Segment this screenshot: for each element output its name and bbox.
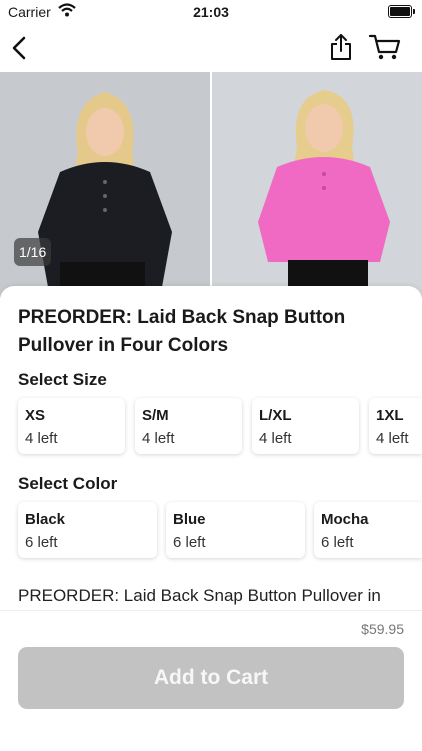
- size-name: L/XL: [259, 407, 292, 424]
- product-price: $59.95: [361, 621, 404, 637]
- size-name: 1XL: [376, 407, 404, 424]
- product-photo-pink[interactable]: [212, 72, 422, 298]
- purchase-footer: $59.95 Add to Cart: [0, 610, 422, 751]
- color-stock: 6 left: [25, 534, 58, 551]
- model-image: [212, 72, 422, 298]
- size-stock: 4 left: [259, 430, 292, 447]
- product-gallery[interactable]: 1/16: [0, 72, 422, 298]
- product-photo-black[interactable]: 1/16: [0, 72, 210, 298]
- color-option-mocha[interactable]: Mocha 6 left: [314, 502, 422, 558]
- select-size-label: Select Size: [18, 370, 107, 389]
- select-color-label: Select Color: [18, 474, 118, 493]
- color-option-black[interactable]: Black 6 left: [18, 502, 157, 558]
- battery-icon: [388, 5, 415, 18]
- color-stock: 6 left: [321, 534, 354, 551]
- nav-bar: [0, 24, 422, 72]
- size-option-s-m[interactable]: S/M 4 left: [135, 398, 242, 454]
- color-option-blue[interactable]: Blue 6 left: [166, 502, 305, 558]
- size-stock: 4 left: [376, 430, 409, 447]
- image-counter: 1/16: [14, 238, 52, 266]
- size-name: XS: [25, 407, 46, 424]
- clock: 21:03: [193, 4, 229, 20]
- size-option-1xl[interactable]: 1XL 4 left: [369, 398, 422, 454]
- size-stock: 4 left: [25, 430, 58, 447]
- cart-icon[interactable]: [368, 32, 402, 62]
- product-description: PREORDER: Laid Back Snap Button Pullover…: [18, 586, 381, 605]
- color-name: Mocha: [321, 511, 369, 528]
- product-title: PREORDER: Laid Back Snap Button Pullover…: [18, 307, 346, 356]
- share-icon[interactable]: [328, 32, 354, 62]
- size-stock: 4 left: [142, 430, 175, 447]
- add-to-cart-button[interactable]: Add to Cart: [18, 647, 404, 709]
- color-stock: 6 left: [173, 534, 206, 551]
- size-option-xs[interactable]: XS 4 left: [18, 398, 125, 454]
- chevron-left-icon[interactable]: [8, 34, 30, 62]
- color-name: Black: [25, 511, 66, 528]
- size-name: S/M: [142, 407, 169, 424]
- status-bar: Carrier 21:03: [0, 0, 422, 24]
- size-option-l-xl[interactable]: L/XL 4 left: [252, 398, 359, 454]
- color-name: Blue: [173, 511, 206, 528]
